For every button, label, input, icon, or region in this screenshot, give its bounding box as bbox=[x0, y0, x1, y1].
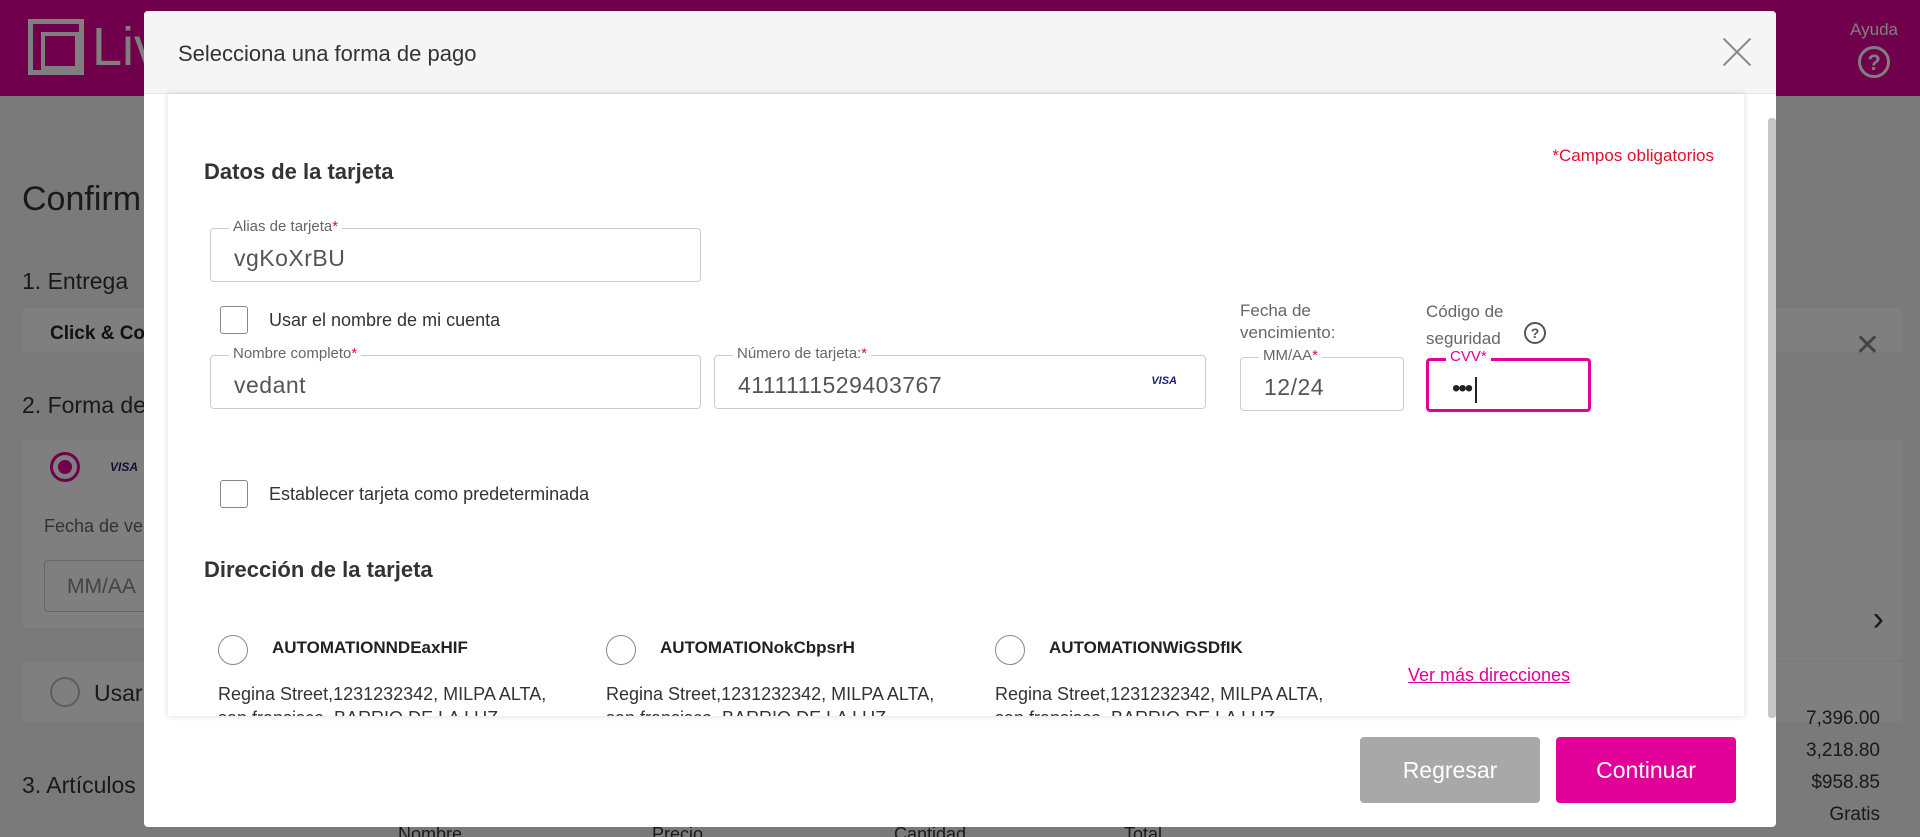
use-account-name-checkbox[interactable] bbox=[220, 306, 248, 334]
text-cursor bbox=[1475, 376, 1478, 403]
address-line: san fransisco, BARRIO DE LA LUZ bbox=[606, 706, 886, 716]
address-line: Regina Street,1231232342, MILPA ALTA, bbox=[218, 684, 547, 704]
card-alias-field[interactable]: Alias de tarjeta* vgKoXrBU bbox=[210, 218, 701, 282]
visa-logo: VISA bbox=[1151, 375, 1177, 387]
card-number-field[interactable]: Número de tarjeta:* 4111111529403767 VIS… bbox=[714, 345, 1206, 409]
payment-method-modal: Selecciona una forma de pago Datos de la… bbox=[144, 11, 1776, 827]
address-line: Regina Street,1231232342, MILPA ALTA, bbox=[606, 684, 935, 704]
required-fields-note: *Campos obligatorios bbox=[1552, 146, 1714, 165]
address-name: AUTOMATIONNDEaxHIF bbox=[272, 638, 468, 657]
card-form: Datos de la tarjeta *Campos obligatorios… bbox=[168, 94, 1744, 716]
expiry-label: MM/AA* bbox=[1259, 347, 1323, 364]
use-account-name-label: Usar el nombre de mi cuenta bbox=[269, 310, 501, 330]
question-circle-icon[interactable]: ? bbox=[1524, 322, 1546, 344]
expiry-field[interactable]: MM/AA* 12/24 bbox=[1240, 347, 1404, 411]
cvv-title: Código de seguridad bbox=[1426, 302, 1504, 348]
address-radio[interactable] bbox=[606, 635, 636, 665]
card-number-label: Número de tarjeta:* bbox=[733, 345, 872, 362]
address-line: san fransisco, BARRIO DE LA LUZ bbox=[995, 706, 1275, 716]
cvv-field[interactable]: CVV* ••• bbox=[1426, 348, 1591, 412]
card-alias-value: vgKoXrBU bbox=[234, 245, 346, 271]
address-radio[interactable] bbox=[218, 635, 248, 665]
set-default-label: Establecer tarjeta como predeterminada bbox=[269, 484, 590, 504]
address-radio[interactable] bbox=[995, 635, 1025, 665]
expiry-value: 12/24 bbox=[1264, 374, 1325, 400]
address-line: Regina Street,1231232342, MILPA ALTA, bbox=[995, 684, 1324, 704]
modal-scrollbar[interactable] bbox=[1768, 118, 1776, 718]
modal-title: Selecciona una forma de pago bbox=[178, 41, 477, 66]
address-name: AUTOMATIONokCbpsrH bbox=[660, 638, 855, 657]
address-section-title: Dirección de la tarjeta bbox=[204, 557, 433, 582]
card-number-value: 4111111529403767 bbox=[738, 372, 943, 398]
address-name: AUTOMATIONWiGSDfIK bbox=[1049, 638, 1243, 657]
card-alias-label: Alias de tarjeta* bbox=[229, 218, 343, 235]
continue-button[interactable]: Continuar bbox=[1556, 737, 1736, 803]
full-name-field[interactable]: Nombre completo* vedant bbox=[210, 345, 701, 409]
full-name-label: Nombre completo* bbox=[229, 345, 362, 362]
more-addresses-link[interactable]: Ver más direcciones bbox=[1408, 665, 1570, 686]
cvv-value: ••• bbox=[1452, 375, 1478, 403]
cvv-label: CVV* bbox=[1446, 348, 1491, 365]
address-line: san fransisco, BARRIO DE LA LUZ bbox=[218, 706, 498, 716]
modal-header: Selecciona una forma de pago bbox=[144, 11, 1776, 94]
card-section-title: Datos de la tarjeta bbox=[204, 159, 394, 184]
full-name-value: vedant bbox=[234, 372, 307, 398]
back-button[interactable]: Regresar bbox=[1360, 737, 1540, 803]
expiry-title: Fecha de vencimiento: bbox=[1240, 301, 1336, 342]
close-icon[interactable] bbox=[1720, 35, 1754, 69]
set-default-checkbox[interactable] bbox=[220, 480, 248, 508]
